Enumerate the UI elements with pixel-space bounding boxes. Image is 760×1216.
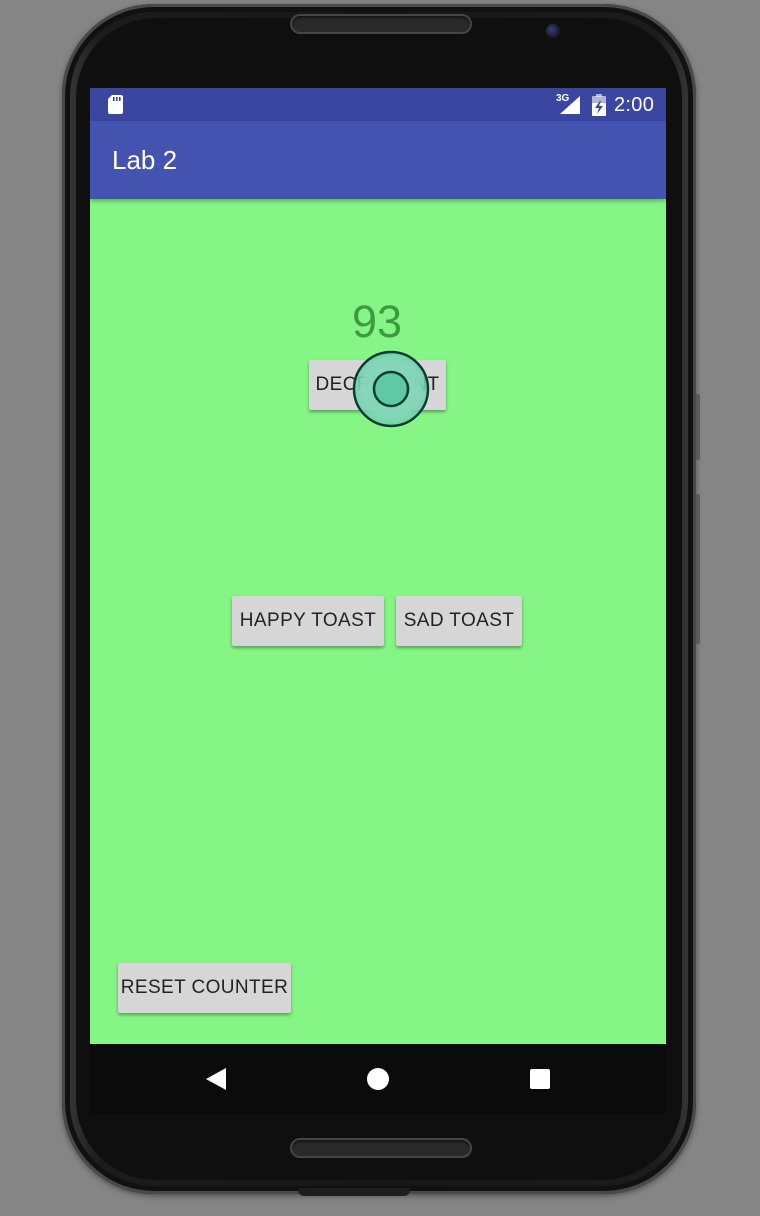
battery-charging-icon [592, 94, 606, 116]
top-speaker-grille [290, 14, 472, 34]
bottom-speaker-grille [290, 1138, 472, 1158]
device-bottom-lip [298, 1188, 410, 1196]
recents-icon[interactable] [525, 1064, 555, 1094]
front-camera [546, 24, 560, 38]
volume-button [696, 394, 700, 460]
sd-card-icon [108, 95, 123, 114]
sad-toast-button[interactable]: SAD TOAST [396, 596, 522, 646]
navigation-bar [90, 1044, 666, 1114]
happy-toast-button[interactable]: HAPPY TOAST [232, 596, 384, 646]
device-screen: 3G 2:00 Lab 2 93 DECREMENT HAPPY TOAST S… [90, 88, 666, 1044]
power-button [696, 494, 700, 644]
app-title: Lab 2 [112, 145, 178, 175]
signal-icon [560, 96, 580, 114]
reset-counter-button[interactable]: RESET COUNTER [118, 963, 291, 1013]
home-icon[interactable] [363, 1064, 393, 1094]
counter-value: 93 [351, 296, 403, 347]
app-bar: Lab 2 [90, 121, 666, 199]
back-icon[interactable] [202, 1064, 232, 1094]
status-clock: 2:00 [614, 94, 655, 116]
status-bar: 3G 2:00 [90, 88, 666, 121]
decrement-button[interactable]: DECREMENT [309, 360, 446, 410]
